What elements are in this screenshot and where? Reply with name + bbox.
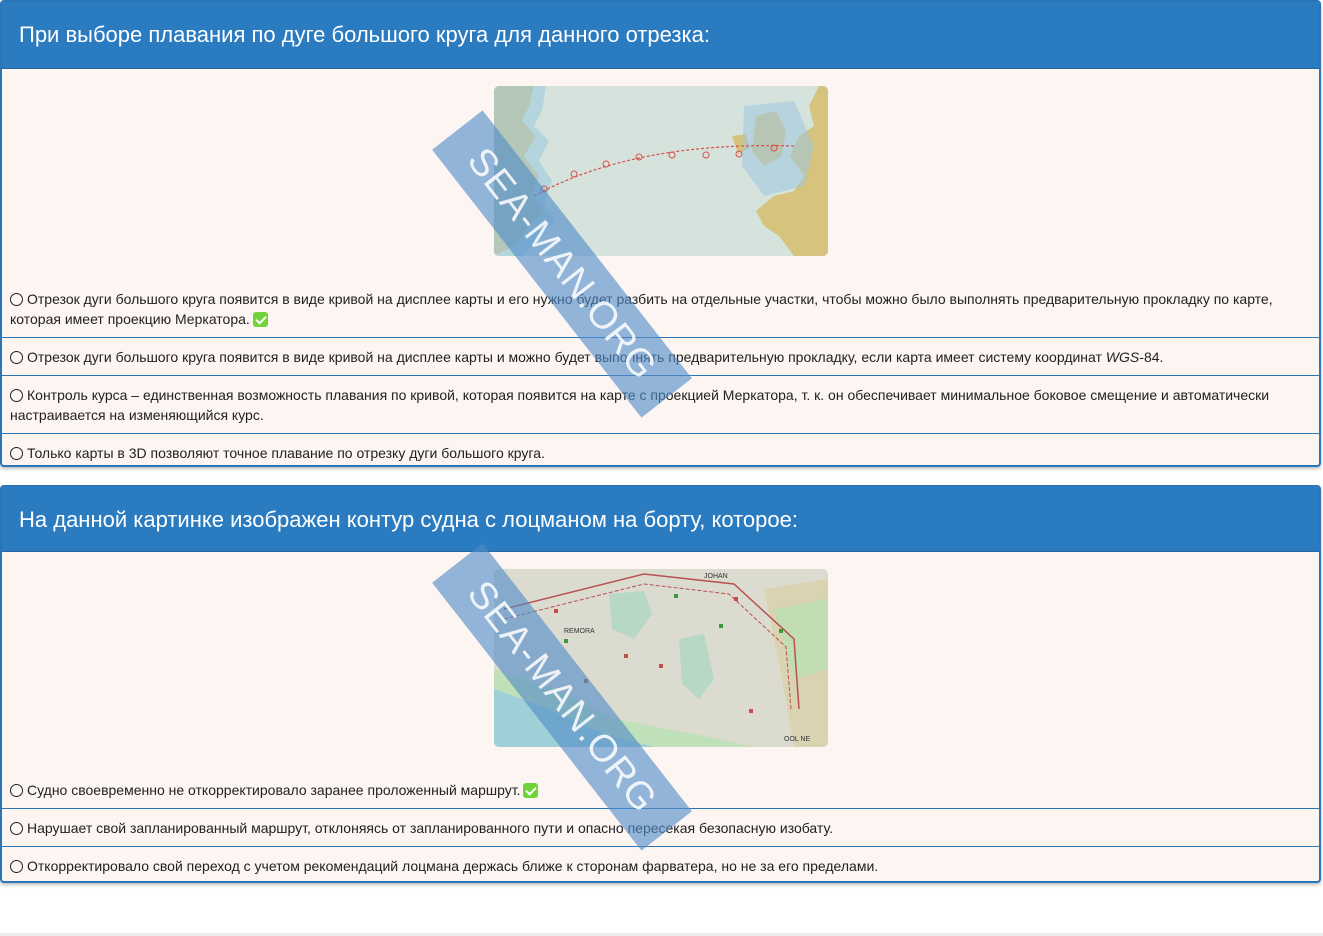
- chart-image-great-circle: [493, 86, 828, 256]
- radio-unchecked-icon[interactable]: [10, 389, 23, 402]
- answer-option[interactable]: Нарушает свой запланированный маршрут, о…: [2, 808, 1319, 846]
- radio-unchecked-icon[interactable]: [10, 784, 23, 797]
- answer-option[interactable]: Отрезок дуги большого круга появится в в…: [2, 337, 1319, 375]
- radio-unchecked-icon[interactable]: [10, 351, 23, 364]
- radio-unchecked-icon[interactable]: [10, 447, 23, 460]
- answer-option[interactable]: Судно своевременно не откорректировало з…: [2, 777, 1319, 808]
- question-card-2: На данной картинке изображен контур судн…: [0, 485, 1321, 883]
- nautical-chart-illustration: REMORA JOHAN OOL NE: [493, 569, 828, 747]
- svg-text:JOHAN: JOHAN: [704, 573, 728, 580]
- svg-text:OOL NE: OOL NE: [784, 736, 811, 743]
- radio-unchecked-icon[interactable]: [10, 293, 23, 306]
- check-mark-icon: [523, 783, 539, 798]
- answer-option[interactable]: Контроль курса – единственная возможност…: [2, 375, 1319, 433]
- radio-unchecked-icon[interactable]: [10, 860, 23, 873]
- question-title: На данной картинке изображен контур судн…: [2, 487, 1319, 552]
- radio-unchecked-icon[interactable]: [10, 822, 23, 835]
- great-circle-map-illustration: [493, 86, 828, 256]
- answer-option[interactable]: Отрезок дуги большого круга появится в в…: [2, 286, 1319, 337]
- chart-image-pilot-vessel: REMORA JOHAN OOL NE: [493, 569, 828, 747]
- question-title: При выборе плавания по дуге большого кру…: [2, 2, 1319, 69]
- answer-option[interactable]: Только карты в 3D позволяют точное плава…: [2, 433, 1319, 465]
- answer-option[interactable]: Откорректировало свой переход с учетом р…: [2, 846, 1319, 881]
- check-mark-icon: [252, 312, 268, 327]
- svg-text:REMORA: REMORA: [564, 628, 595, 635]
- question-card-1: При выборе плавания по дуге большого кру…: [0, 0, 1321, 467]
